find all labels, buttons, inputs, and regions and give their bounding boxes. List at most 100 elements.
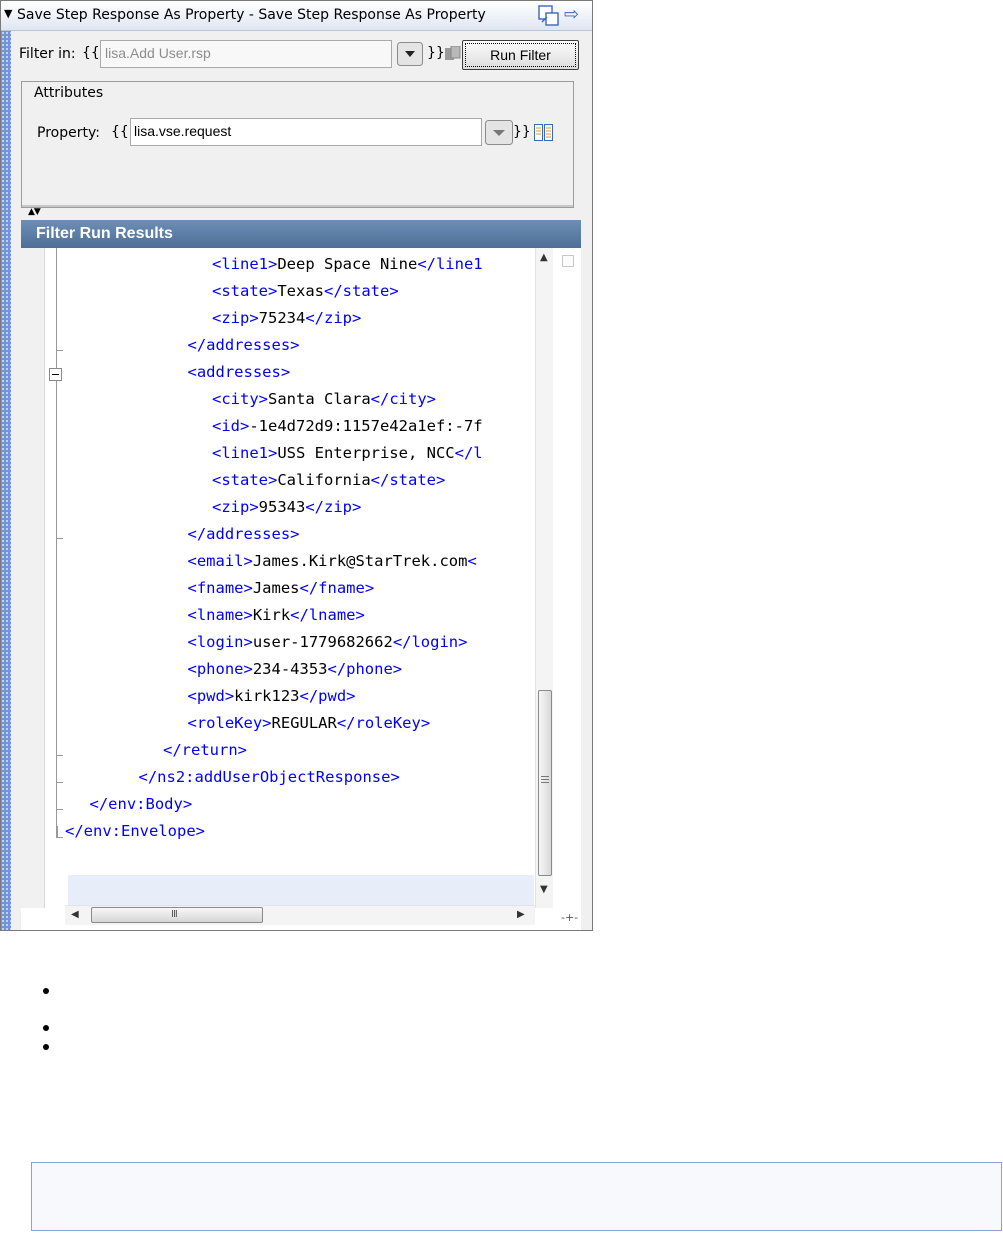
xml-line: <id>-1e4d72d9:1157e42a1ef:-7f [212,413,483,440]
xml-line: </ns2:addUserObjectResponse> [139,764,400,791]
xml-line: <line1>Deep Space Nine</line1 [212,251,483,278]
xml-line: <city>Santa Clara</city> [212,386,436,413]
xml-tag: <city> [212,390,268,408]
xml-tag: <line1> [212,255,278,273]
xml-line: <zip>95343</zip> [212,494,361,521]
scroll-left-arrow-icon[interactable]: ◀ [71,909,79,920]
xml-tag: <state> [212,282,278,300]
xml-text: Deep Space Nine [277,255,418,273]
goto-arrow-icon[interactable]: ⇨ [564,4,579,25]
fold-tick [57,782,63,783]
xml-line: <roleKey>REGULAR</roleKey> [188,710,431,737]
xml-line: </addresses> [188,332,300,359]
xml-tag: </state> [324,282,399,300]
fold-toggle-icon[interactable] [49,368,62,381]
corner-checkbox[interactable] [562,255,574,267]
xml-line: </addresses> [188,521,300,548]
xml-tag: </zip> [305,309,362,327]
fold-guide-line [56,248,58,838]
xml-code-view[interactable]: <line1>Deep Space Nine</line1 <state>Texa… [65,248,535,908]
xml-tag: <zip> [212,498,259,516]
xml-line: <login>user-1779682662</login> [188,629,468,656]
note-box [31,1162,1002,1231]
scroll-up-arrow-icon[interactable]: ▲ [540,252,548,263]
filter-dropdown-button[interactable] [397,42,423,66]
xml-tag: </zip> [305,498,362,516]
xml-text: USS Enterprise, NCC [277,444,455,462]
xml-line: <zip>75234</zip> [212,305,361,332]
xml-tag: </addresses> [187,525,300,543]
xml-text: REGULAR [271,714,337,732]
property-browse-icon[interactable] [534,124,553,141]
filter-brace-open: {{ [82,45,100,61]
property-brace-open: {{ [111,124,129,140]
xml-line: </env:Envelope> [65,818,205,845]
xml-line: <fname>James</fname> [188,575,375,602]
xml-text: James.Kirk@StarTrek.com [252,552,468,570]
xml-tag: </addresses> [187,336,300,354]
xml-tag: <addresses> [187,363,291,381]
xml-tag: </env:Body> [89,795,193,813]
scroll-down-arrow-icon[interactable]: ▼ [540,884,548,895]
xml-line: <lname>Kirk</lname> [188,602,365,629]
xml-line: <addresses> [188,359,291,386]
property-dropdown-button[interactable] [485,120,513,145]
xml-text: Kirk [252,606,291,624]
fold-tick [57,755,63,756]
vertical-scrollbar[interactable]: ▲ ▼ [535,248,553,908]
xml-tag: <id> [212,417,250,435]
filter-row: Filter in: {{ lisa.Add User.rsp }} Run F… [13,37,592,71]
bullet-point [43,1025,49,1031]
xml-line: <phone>234-4353</phone> [188,656,403,683]
run-filter-button[interactable]: Run Filter [462,40,579,70]
xml-line: <state>Texas</state> [212,278,399,305]
fold-tick [57,350,63,351]
xml-tag: <zip> [212,309,259,327]
horizontal-scroll-thumb[interactable]: III [91,907,263,923]
panel-side-strip [1,31,11,930]
splitter-arrows-icon[interactable]: ▲▼ [28,207,41,217]
xml-text: -1e4d72d9:1157e42a1ef:-7f [249,417,483,435]
xml-tag: </ns2:addUserObjectResponse> [138,768,400,786]
scroll-right-arrow-icon[interactable]: ▶ [517,909,525,920]
xml-text: user-1779682662 [252,633,393,651]
xml-tag: <state> [212,471,278,489]
collapse-triangle-icon[interactable]: ▼ [4,7,12,20]
filter-brace-close: }} [427,45,445,61]
xml-text: James [252,579,300,597]
xml-tag: <phone> [187,660,253,678]
xml-tag: <pwd> [187,687,235,705]
panel-title-bar: ▼ Save Step Response As Property - Save … [1,1,592,31]
xml-tag: </l [454,444,483,462]
xml-tag: </pwd> [299,687,356,705]
fold-tick [57,809,63,810]
panel-title: Save Step Response As Property - Save St… [17,7,486,23]
xml-text: California [277,471,371,489]
xml-tag: </state> [370,471,446,489]
xml-text: Santa Clara [268,390,371,408]
attributes-legend: Attributes [34,85,104,101]
property-label: Property: [37,125,100,141]
fold-end-corner [57,826,63,838]
detach-window-icon[interactable] [538,5,559,26]
xml-tag: </return> [163,741,247,759]
resize-corner-icon[interactable]: -+- [561,911,578,924]
xml-tag: </phone> [327,660,403,678]
xml-tag: <lname> [187,606,253,624]
xml-tag: </lname> [290,606,365,624]
xml-line: <line1>USS Enterprise, NCC</l [212,440,483,467]
editor-gutter [21,248,45,908]
xml-tag: <login> [187,633,253,651]
filter-run-results-area: <line1>Deep Space Nine</line1 <state>Texa… [21,248,581,930]
horizontal-scrollbar[interactable]: ◀ III ▶ [65,905,535,925]
xml-tag: <line1> [212,444,278,462]
xml-line: </env:Body> [90,791,193,818]
vertical-scroll-thumb[interactable] [538,690,552,876]
save-step-response-panel: ▼ Save Step Response As Property - Save … [0,0,593,931]
xml-text: 234-4353 [252,660,328,678]
filter-in-field[interactable]: lisa.Add User.rsp [100,40,392,68]
property-field[interactable]: lisa.vse.request [130,118,482,146]
xml-text: Texas [277,282,324,300]
copy-disabled-icon[interactable] [445,46,461,60]
xml-line: <pwd>kirk123</pwd> [188,683,356,710]
